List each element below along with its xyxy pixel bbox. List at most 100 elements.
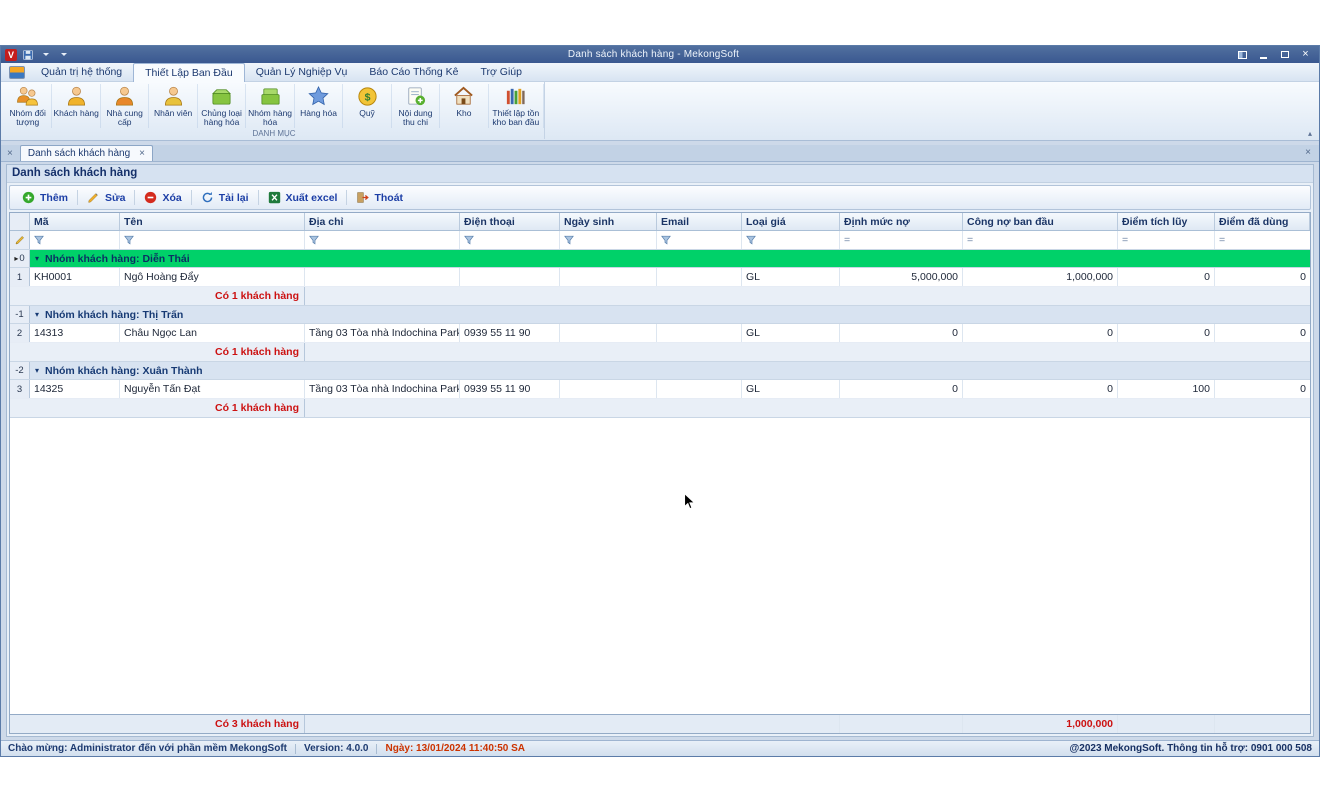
document-tab-close-icon[interactable]: × — [139, 147, 145, 161]
column-header-ten[interactable]: Tên — [120, 213, 305, 230]
total-count: Có 3 khách hàng — [10, 715, 305, 733]
column-header-loai-gia[interactable]: Loại giá — [742, 213, 840, 230]
welcome-text: Chào mừng: Administrator đến với phần mề… — [8, 743, 287, 754]
filter-icon — [124, 235, 134, 245]
maximize-button[interactable] — [1278, 49, 1291, 61]
data-row-14313[interactable]: 2 14313 Châu Ngọc Lan Tầng 03 Tòa nhà In… — [10, 324, 1310, 343]
grid-empty-area[interactable] — [10, 418, 1310, 714]
column-header-dinh-muc-no[interactable]: Định mức nợ — [840, 213, 963, 230]
product-category-icon — [210, 85, 233, 108]
group-row-thi-tran[interactable]: -1 ▾ Nhóm khách hàng: Thị Trấn — [10, 306, 1310, 324]
save-icon[interactable] — [21, 48, 35, 61]
ribbon-item-chung-loai-hang-hoa[interactable]: Chủng loại hàng hóa — [198, 84, 246, 128]
ribbon-item-nhom-hang-hoa[interactable]: Nhóm hàng hóa — [246, 84, 294, 128]
warehouse-icon — [452, 85, 475, 108]
copyright-text: @2023 MekongSoft. Thông tin hỗ trợ: 0901… — [1070, 743, 1312, 754]
group-footer-row: Có 1 khách hàng — [10, 399, 1310, 418]
column-header-dien-thoai[interactable]: Điện thoại — [460, 213, 560, 230]
ribbon-item-noi-dung-thu-chi[interactable]: Nội dung thu chi — [392, 84, 440, 128]
ribbon-tab-quan-tri-he-thong[interactable]: Quản trị hệ thống — [30, 63, 133, 81]
header-indicator-cell — [10, 213, 30, 230]
data-row-14325[interactable]: 3 14325 Nguyễn Tấn Đạt Tầng 03 Tòa nhà I… — [10, 380, 1310, 399]
edit-button[interactable]: Sửa — [78, 188, 134, 207]
filter-cell-email[interactable] — [657, 231, 742, 249]
page-title: Danh sách khách hàng — [7, 165, 1313, 183]
filter-cell-diem-tich-luy[interactable]: = — [1118, 231, 1215, 249]
add-button[interactable]: Thêm — [13, 188, 77, 207]
column-header-ma[interactable]: Mã — [30, 213, 120, 230]
equals-operator-icon: = — [844, 234, 850, 246]
filter-cell-dien-thoai[interactable] — [460, 231, 560, 249]
close-all-tabs-icon[interactable]: × — [7, 147, 13, 161]
reload-button[interactable]: Tải lại — [192, 188, 258, 207]
ribbon-tab-thiet-lap-ban-dau[interactable]: Thiết Lập Ban Đầu — [133, 63, 245, 82]
ribbon-body: Nhóm đối tượng Khách hàng Nhà cung cấp N… — [1, 82, 1319, 141]
filter-cell-ma[interactable] — [30, 231, 120, 249]
income-expense-icon — [404, 85, 427, 108]
svg-text:$: $ — [364, 91, 370, 103]
collapse-group-icon[interactable]: ▾ — [35, 310, 39, 319]
tabstrip-close-icon[interactable]: × — [1305, 146, 1311, 160]
filter-cell-ngay-sinh[interactable] — [560, 231, 657, 249]
row-indicator: -1 — [10, 306, 30, 323]
app-logo-icon[interactable]: V — [5, 49, 17, 61]
grid-header-row: Mã Tên Địa chỉ Điện thoại Ngày sinh Emai… — [10, 213, 1310, 231]
ribbon-item-nhan-vien[interactable]: Nhân viên — [149, 84, 197, 128]
skin-gallery-icon[interactable] — [1236, 49, 1249, 61]
column-header-diem-da-dung[interactable]: Điểm đã dùng — [1215, 213, 1310, 230]
close-button[interactable]: × — [1299, 49, 1312, 61]
ribbon-group-label: DANH MỤC — [4, 128, 544, 139]
ribbon-collapse-icon[interactable]: ▴ — [1308, 129, 1312, 138]
customer-icon — [65, 85, 88, 108]
ribbon-group-danh-muc: Nhóm đối tượng Khách hàng Nhà cung cấp N… — [4, 82, 545, 139]
supplier-icon — [113, 85, 136, 108]
customize-toolbar-icon[interactable] — [57, 48, 71, 61]
filter-icon — [661, 235, 671, 245]
export-excel-button[interactable]: Xuất excel — [259, 188, 347, 207]
ribbon-item-khach-hang[interactable]: Khách hàng — [52, 84, 100, 128]
quick-access-dropdown-icon[interactable] — [39, 48, 53, 61]
group-row-xuan-thanh[interactable]: -2 ▾ Nhóm khách hàng: Xuân Thành — [10, 362, 1310, 380]
ribbon-tab-tro-giup[interactable]: Trợ Giúp — [469, 63, 533, 81]
data-row-kh0001[interactable]: 1 KH0001 Ngô Hoàng Đẩy GL 5,000,000 1,00… — [10, 268, 1310, 287]
ribbon-item-hang-hoa[interactable]: Hàng hóa — [295, 84, 343, 128]
column-header-dia-chi[interactable]: Địa chỉ — [305, 213, 460, 230]
excel-icon — [268, 191, 281, 204]
exit-button[interactable]: Thoát — [347, 188, 412, 207]
filter-cell-dinh-muc-no[interactable]: = — [840, 231, 963, 249]
column-header-ngay-sinh[interactable]: Ngày sinh — [560, 213, 657, 230]
column-header-cong-no-ban-dau[interactable]: Công nợ ban đầu — [963, 213, 1118, 230]
ribbon-item-thiet-lap-ton-kho[interactable]: Thiết lập tồn kho ban đầu — [489, 84, 544, 128]
ribbon-item-nhom-doi-tuong[interactable]: Nhóm đối tượng — [4, 84, 52, 128]
filter-cell-cong-no-ban-dau[interactable]: = — [963, 231, 1118, 249]
column-header-diem-tich-luy[interactable]: Điểm tích lũy — [1118, 213, 1215, 230]
ribbon-item-nha-cung-cap[interactable]: Nhà cung cấp — [101, 84, 149, 128]
ribbon-item-quy[interactable]: $ Quỹ — [343, 84, 391, 128]
refresh-icon — [201, 191, 214, 204]
statusbar-separator — [376, 744, 377, 754]
column-header-email[interactable]: Email — [657, 213, 742, 230]
ribbon-item-kho[interactable]: Kho — [440, 84, 488, 128]
minimize-button[interactable] — [1257, 49, 1270, 61]
row-indicator: -2 — [10, 362, 30, 379]
screenshot-root: { "window": { "title": "Danh sách khách … — [0, 0, 1320, 800]
group-footer-count: Có 1 khách hàng — [10, 343, 305, 361]
add-icon — [22, 191, 35, 204]
group-row-dien-thai[interactable]: ▸ 0 ▾ Nhóm khách hàng: Diễn Thái — [10, 250, 1310, 268]
filter-cell-ten[interactable] — [120, 231, 305, 249]
document-tab-danh-sach-khach-hang[interactable]: Danh sách khách hàng × — [20, 145, 153, 161]
filter-cell-dia-chi[interactable] — [305, 231, 460, 249]
delete-button[interactable]: Xóa — [135, 188, 190, 207]
row-indicator: 2 — [10, 324, 30, 342]
group-band: ▾ Nhóm khách hàng: Thị Trấn — [30, 306, 1310, 323]
application-menu-button[interactable] — [4, 63, 30, 81]
ribbon-tab-quan-ly-nghiep-vu[interactable]: Quản Lý Nghiệp Vụ — [245, 63, 359, 81]
filter-cell-diem-da-dung[interactable]: = — [1215, 231, 1310, 249]
filter-cell-loai-gia[interactable] — [742, 231, 840, 249]
focused-row-arrow-icon: ▸ — [14, 254, 18, 263]
product-group-icon — [259, 85, 282, 108]
ribbon-tab-bao-cao-thong-ke[interactable]: Báo Cáo Thống Kê — [358, 63, 469, 81]
collapse-group-icon[interactable]: ▾ — [35, 254, 39, 263]
collapse-group-icon[interactable]: ▾ — [35, 366, 39, 375]
pencil-icon — [15, 235, 25, 245]
